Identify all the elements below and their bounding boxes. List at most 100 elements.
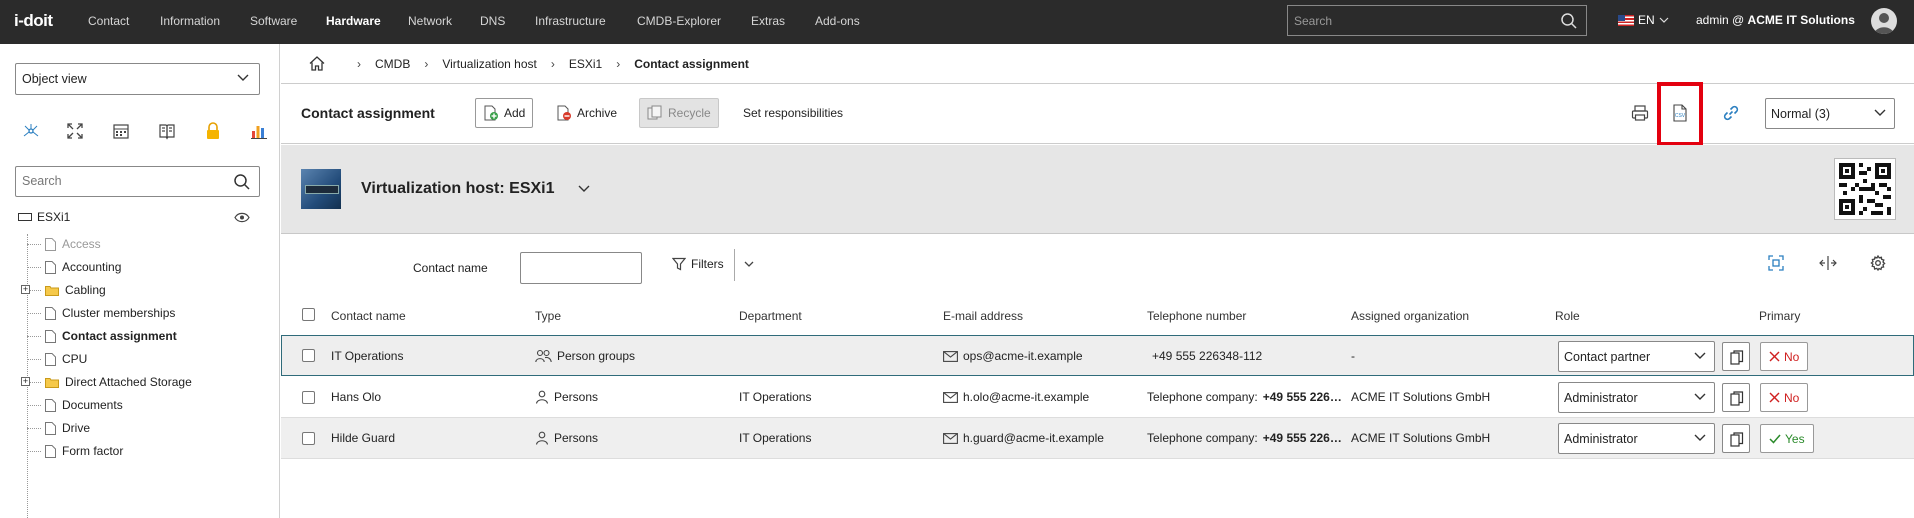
column-header-organization[interactable]: Assigned organization xyxy=(1351,309,1469,323)
nav-item-cmdb-explorer[interactable]: CMDB-Explorer xyxy=(637,14,721,28)
cell-contact-name[interactable]: Hans Olo xyxy=(331,390,381,404)
row-checkbox[interactable] xyxy=(302,349,315,362)
cell-telephone: Telephone company: +49 555 226… xyxy=(1147,390,1342,404)
tree-item-form-factor[interactable]: Form factor xyxy=(27,441,123,461)
primary-toggle-button[interactable]: Yes xyxy=(1760,424,1814,453)
role-select[interactable]: Administrator xyxy=(1558,423,1715,454)
tree-item-documents[interactable]: Documents xyxy=(27,395,123,415)
column-header-primary[interactable]: Primary xyxy=(1759,309,1800,323)
nav-item-software[interactable]: Software xyxy=(250,14,297,28)
qr-code[interactable] xyxy=(1834,158,1896,220)
set-responsibilities-button[interactable]: Set responsibilities xyxy=(736,98,850,128)
primary-toggle-button[interactable]: No xyxy=(1760,383,1809,412)
eye-icon[interactable] xyxy=(234,212,250,223)
network-graph-icon[interactable] xyxy=(22,122,40,140)
column-resize-icon[interactable] xyxy=(1819,255,1837,271)
cell-email[interactable]: h.guard@acme-it.example xyxy=(943,431,1104,445)
breadcrumb-cmdb[interactable]: CMDB xyxy=(375,57,410,71)
column-header-department[interactable]: Department xyxy=(739,309,802,323)
expand-plus-icon[interactable]: + xyxy=(21,377,30,386)
link-icon[interactable] xyxy=(1722,104,1740,122)
app-logo[interactable]: i-doit xyxy=(14,11,53,31)
table-row[interactable]: IT Operations Person groups ops@acme-it.… xyxy=(281,335,1914,376)
breadcrumb-separator: › xyxy=(357,56,361,71)
lock-icon[interactable] xyxy=(204,122,222,140)
nav-item-extras[interactable]: Extras xyxy=(751,14,785,28)
tree-item-direct-attached-storage[interactable]: + Direct Attached Storage xyxy=(21,372,192,392)
column-header-telephone[interactable]: Telephone number xyxy=(1147,309,1246,323)
tree-item-cluster-memberships[interactable]: Cluster memberships xyxy=(27,303,175,323)
breadcrumb: › CMDB › Virtualization host › ESXi1 › C… xyxy=(281,44,1914,84)
column-header-type[interactable]: Type xyxy=(535,309,561,323)
add-button[interactable]: Add xyxy=(475,98,534,128)
top-navigation-bar: i-doit Contact Information Software Hard… xyxy=(0,0,1914,44)
nav-item-add-ons[interactable]: Add-ons xyxy=(815,14,860,28)
tree-item-cabling[interactable]: + Cabling xyxy=(21,280,106,300)
breadcrumb-separator: › xyxy=(616,56,621,71)
archive-icon xyxy=(557,105,571,121)
role-select[interactable]: Contact partner xyxy=(1558,341,1715,372)
calendar-icon[interactable] xyxy=(112,122,130,140)
filters-button[interactable]: Filters xyxy=(672,257,724,271)
nav-item-dns[interactable]: DNS xyxy=(480,14,505,28)
expand-icon[interactable] xyxy=(66,122,84,140)
chevron-down-icon[interactable] xyxy=(578,185,590,193)
cell-contact-name[interactable]: Hilde Guard xyxy=(331,431,395,445)
cell-contact-name[interactable]: IT Operations xyxy=(331,349,403,363)
table-row[interactable]: Hans Olo Persons IT Operations h.olo@acm… xyxy=(281,377,1914,418)
cell-telephone: +49 555 226348-112 xyxy=(1152,349,1263,363)
archive-button[interactable]: Archive xyxy=(549,98,624,128)
copy-button[interactable] xyxy=(1722,342,1750,371)
search-icon[interactable] xyxy=(233,173,251,191)
nav-item-contact[interactable]: Contact xyxy=(88,14,129,28)
copy-button[interactable] xyxy=(1722,383,1750,412)
document-icon xyxy=(45,237,56,251)
breadcrumb-object[interactable]: ESXi1 xyxy=(569,57,602,71)
expand-plus-icon[interactable]: + xyxy=(21,285,30,294)
global-search-input[interactable] xyxy=(1294,12,1544,30)
user-menu[interactable]: admin @ ACME IT Solutions xyxy=(1696,13,1855,27)
object-image xyxy=(301,169,341,209)
select-all-checkbox[interactable] xyxy=(302,308,315,321)
tree-item-access[interactable]: Access xyxy=(27,234,101,254)
search-icon[interactable] xyxy=(1560,12,1578,30)
language-selector[interactable]: EN xyxy=(1618,13,1669,27)
fullscreen-icon[interactable] xyxy=(1768,255,1784,271)
tree-root-object[interactable]: ESXi1 xyxy=(18,210,70,224)
primary-toggle-button[interactable]: No xyxy=(1760,342,1809,371)
tree-item-contact-assignment[interactable]: Contact assignment xyxy=(27,326,177,346)
breadcrumb-object-type[interactable]: Virtualization host xyxy=(442,57,537,71)
tree-item-drive[interactable]: Drive xyxy=(27,418,90,438)
contact-name-filter-input[interactable] xyxy=(520,252,642,284)
nav-item-infrastructure[interactable]: Infrastructure xyxy=(535,14,606,28)
column-header-email[interactable]: E-mail address xyxy=(943,309,1023,323)
avatar[interactable] xyxy=(1871,8,1897,34)
home-icon[interactable] xyxy=(309,56,325,71)
chevron-down-icon[interactable] xyxy=(744,261,754,268)
gear-icon[interactable] xyxy=(1870,255,1886,271)
nav-item-information[interactable]: Information xyxy=(160,14,220,28)
row-checkbox[interactable] xyxy=(302,391,315,404)
nav-item-hardware[interactable]: Hardware xyxy=(326,14,381,28)
tree-item-accounting[interactable]: Accounting xyxy=(27,257,121,277)
view-mode-dropdown[interactable]: Normal (3) xyxy=(1765,98,1895,129)
print-icon[interactable] xyxy=(1631,104,1649,122)
tree-item-cpu[interactable]: CPU xyxy=(27,349,87,369)
cell-email[interactable]: h.olo@acme-it.example xyxy=(943,390,1089,404)
row-checkbox[interactable] xyxy=(302,432,315,445)
copy-button[interactable] xyxy=(1722,424,1750,453)
recycle-button-label: Recycle xyxy=(668,106,711,120)
sidebar-search-input[interactable] xyxy=(22,174,222,188)
table-row[interactable]: Hilde Guard Persons IT Operations h.guar… xyxy=(281,418,1914,459)
book-icon[interactable] xyxy=(158,122,176,140)
view-mode-select[interactable]: Object view xyxy=(15,63,260,95)
column-header-role[interactable]: Role xyxy=(1555,309,1580,323)
cell-email[interactable]: ops@acme-it.example xyxy=(943,349,1083,363)
column-header-contact-name[interactable]: Contact name xyxy=(331,309,406,323)
contact-name-filter-label: Contact name xyxy=(413,261,488,275)
nav-item-network[interactable]: Network xyxy=(408,14,452,28)
object-header: Virtualization host: ESXi1 xyxy=(281,145,1914,234)
role-select[interactable]: Administrator xyxy=(1558,382,1715,413)
bar-chart-icon[interactable] xyxy=(250,122,268,140)
recycle-button[interactable]: Recycle xyxy=(639,98,719,128)
